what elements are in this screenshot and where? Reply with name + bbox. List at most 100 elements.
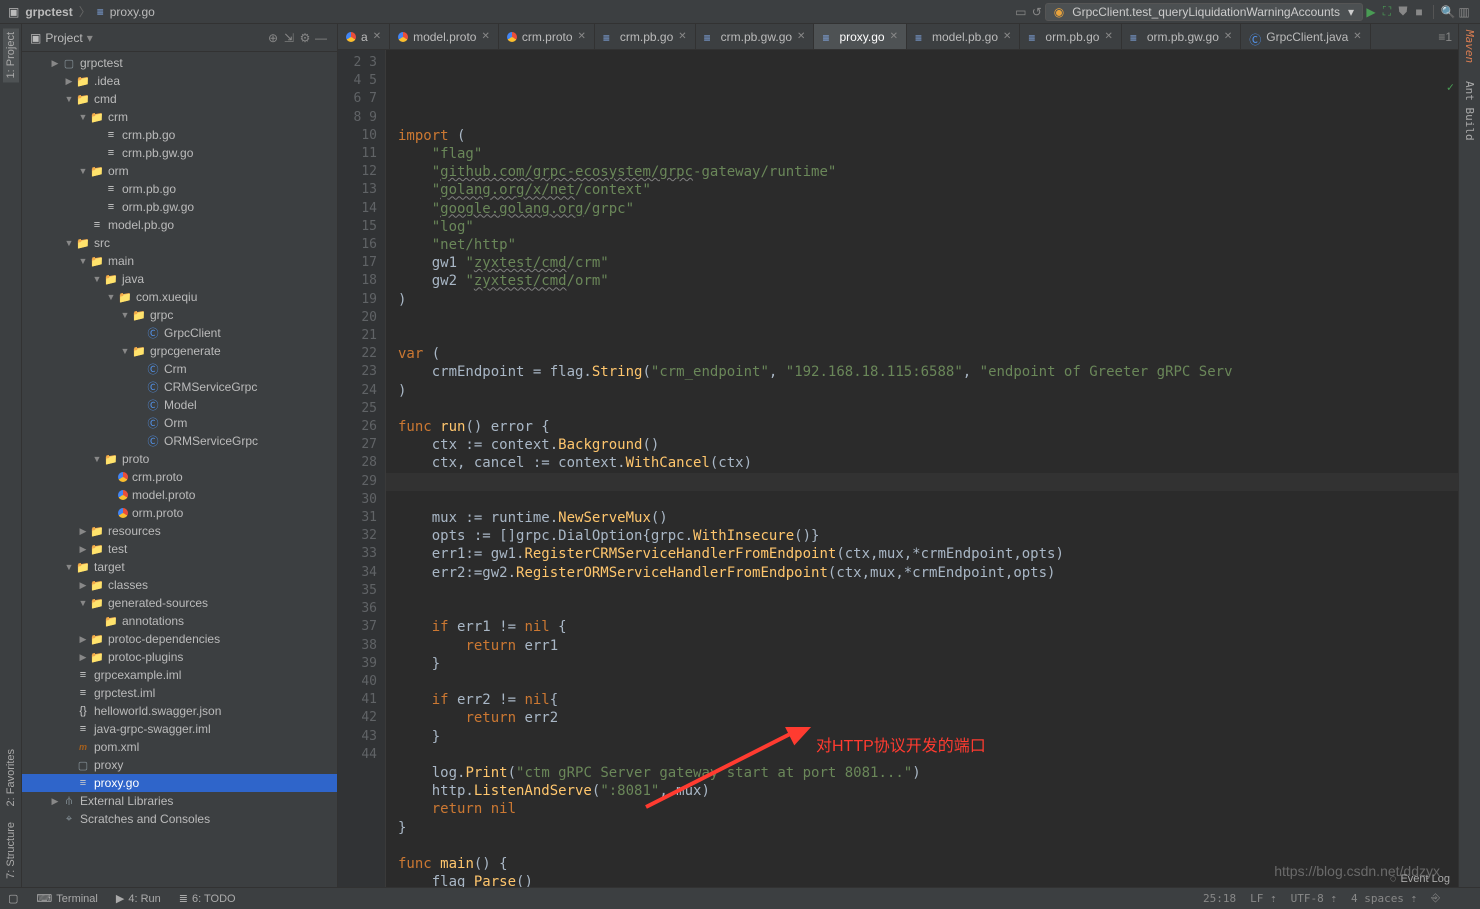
tree-arrow-icon[interactable]: ▼ [64, 94, 74, 104]
tree-item[interactable]: ▢proxy [22, 756, 337, 774]
layout-button[interactable]: ▥ [1456, 4, 1472, 20]
sync-icon[interactable]: ↺ [1029, 4, 1045, 20]
tree-arrow-icon[interactable]: ▶ [78, 526, 88, 537]
tree-item[interactable]: ▼📁main [22, 252, 337, 270]
stop-button[interactable]: ■ [1411, 4, 1427, 20]
tree-item[interactable]: ▼📁target [22, 558, 337, 576]
debug-button[interactable]: ⛶ [1379, 4, 1395, 20]
tree-item[interactable]: ≡crm.pb.gw.go [22, 144, 337, 162]
tree-item[interactable]: ≡orm.pb.go [22, 180, 337, 198]
tree-arrow-icon[interactable]: ▶ [50, 796, 60, 807]
close-icon[interactable]: ✕ [1003, 31, 1011, 42]
coverage-button[interactable]: ⛊ [1395, 4, 1411, 20]
editor-tab[interactable]: ≡orm.pb.gw.go✕ [1122, 24, 1241, 49]
close-icon[interactable]: ✕ [1104, 31, 1112, 42]
tree-item[interactable]: ≡proxy.go [22, 774, 337, 792]
gear-icon[interactable]: ⚙ [297, 30, 313, 46]
editor-code[interactable]: ✓ import ( "flag" "github.com/grpc-ecosy… [386, 50, 1458, 887]
tree-item[interactable]: ▶📁protoc-plugins [22, 648, 337, 666]
tree-item[interactable]: ≡model.pb.go [22, 216, 337, 234]
tree-item[interactable]: ⌖Scratches and Consoles [22, 810, 337, 828]
editor-tab[interactable]: ≡proxy.go✕ [814, 24, 907, 49]
tree-arrow-icon[interactable]: ▶ [50, 58, 60, 69]
tree-item[interactable]: ▼📁com.xueqiu [22, 288, 337, 306]
run-config-dropdown[interactable]: ◉ GrpcClient.test_queryLiquidationWarnin… [1045, 3, 1363, 21]
tab-overflow[interactable]: ≡1 [1432, 24, 1458, 49]
tree-arrow-icon[interactable]: ▼ [106, 292, 116, 302]
close-icon[interactable]: ✕ [797, 31, 805, 42]
todo-tool[interactable]: ≣ 6: TODO [179, 892, 236, 905]
tree-arrow-icon[interactable]: ▶ [78, 634, 88, 645]
tree-item[interactable]: ⒸORMServiceGrpc [22, 432, 337, 450]
chevron-down-icon[interactable]: ▾ [87, 31, 93, 45]
tree-item[interactable]: ▼📁orm [22, 162, 337, 180]
tree-item[interactable]: ▶▢grpctest [22, 54, 337, 72]
tree-item[interactable]: ▶📁classes [22, 576, 337, 594]
tree-item[interactable]: ▼📁proto [22, 450, 337, 468]
search-button[interactable]: 🔍 [1440, 4, 1456, 20]
code-text[interactable]: import ( "flag" "github.com/grpc-ecosyst… [398, 109, 1458, 887]
editor-tab[interactable]: ≡crm.pb.gw.go✕ [696, 24, 815, 49]
tree-arrow-icon[interactable]: ▼ [78, 256, 88, 266]
tree-arrow-icon[interactable]: ▶ [78, 580, 88, 591]
window-menu-icon[interactable]: ▢ [8, 892, 18, 905]
tree-item[interactable]: mpom.xml [22, 738, 337, 756]
close-icon[interactable]: ✕ [578, 31, 586, 42]
tree-item[interactable]: crm.proto [22, 468, 337, 486]
tree-item[interactable]: model.proto [22, 486, 337, 504]
build-icon[interactable]: ▭ [1013, 4, 1029, 20]
tree-item[interactable]: {}helloworld.swagger.json [22, 702, 337, 720]
tree-item[interactable]: ▼📁grpc [22, 306, 337, 324]
tree-item[interactable]: ≡grpctest.iml [22, 684, 337, 702]
close-icon[interactable]: ✕ [1353, 31, 1361, 42]
tree-item[interactable]: ⒸGrpcClient [22, 324, 337, 342]
tree-arrow-icon[interactable]: ▼ [64, 238, 74, 248]
rail-structure-tab[interactable]: 7: Structure [5, 822, 17, 879]
tree-item[interactable]: ≡orm.pb.gw.go [22, 198, 337, 216]
editor-tab[interactable]: ⒸGrpcClient.java✕ [1241, 24, 1370, 49]
tree-item[interactable]: ⒸCrm [22, 360, 337, 378]
collapse-icon[interactable]: ⇲ [281, 30, 297, 46]
tree-arrow-icon[interactable]: ▶ [78, 652, 88, 663]
close-icon[interactable]: ✕ [678, 31, 686, 42]
tree-arrow-icon[interactable]: ▼ [92, 274, 102, 284]
tree-item[interactable]: ▶📁protoc-dependencies [22, 630, 337, 648]
tree-arrow-icon[interactable]: ▼ [92, 454, 102, 464]
rail-maven-tab[interactable]: Maven [1463, 30, 1476, 63]
tree-item[interactable]: ▼📁generated-sources [22, 594, 337, 612]
tree-arrow-icon[interactable]: ▼ [78, 166, 88, 176]
project-panel-title[interactable]: Project [45, 31, 82, 45]
editor-tab[interactable]: ≡orm.pb.go✕ [1020, 24, 1121, 49]
tree-item[interactable]: ▼📁java [22, 270, 337, 288]
editor-tab[interactable]: model.proto✕ [390, 24, 499, 49]
rail-project-tab[interactable]: 1: Project [3, 28, 19, 82]
tree-item[interactable]: ▶📁test [22, 540, 337, 558]
rail-ant-tab[interactable]: Ant Build [1463, 81, 1476, 141]
hide-icon[interactable]: — [313, 30, 329, 46]
close-icon[interactable]: ✕ [1224, 31, 1232, 42]
tree-arrow-icon[interactable]: ▶ [78, 544, 88, 555]
editor-tab[interactable]: ≡model.pb.go✕ [907, 24, 1020, 49]
tree-item[interactable]: ⒸCRMServiceGrpc [22, 378, 337, 396]
editor-tab[interactable]: crm.proto✕ [499, 24, 595, 49]
tree-arrow-icon[interactable]: ▼ [120, 346, 130, 356]
run-button[interactable]: ▶ [1363, 4, 1379, 20]
editor-body[interactable]: 2 3 4 5 6 7 8 9 10 11 12 13 14 15 16 17 … [338, 50, 1458, 887]
tree-arrow-icon[interactable]: ▼ [64, 562, 74, 572]
tree-arrow-icon[interactable]: ▼ [120, 310, 130, 320]
tree-arrow-icon[interactable]: ▶ [64, 76, 74, 87]
tree-item[interactable]: ▶📁resources [22, 522, 337, 540]
tree-item[interactable]: ▼📁crm [22, 108, 337, 126]
tree-item[interactable]: ≡crm.pb.go [22, 126, 337, 144]
tree-item[interactable]: ▼📁cmd [22, 90, 337, 108]
tree-item[interactable]: ▶⫛External Libraries [22, 792, 337, 810]
editor-tab[interactable]: ≡crm.pb.go✕ [595, 24, 696, 49]
tree-item[interactable]: ▼📁grpcgenerate [22, 342, 337, 360]
close-icon[interactable]: ✕ [481, 31, 489, 42]
tree-arrow-icon[interactable]: ▼ [78, 598, 88, 608]
tree-item[interactable]: orm.proto [22, 504, 337, 522]
tree-item[interactable]: ▶📁.idea [22, 72, 337, 90]
run-tool[interactable]: ▶ 4: Run [116, 892, 161, 905]
project-tree[interactable]: ▶▢grpctest▶📁.idea▼📁cmd▼📁crm≡crm.pb.go≡cr… [22, 52, 337, 887]
tree-item[interactable]: ≡java-grpc-swagger.iml [22, 720, 337, 738]
